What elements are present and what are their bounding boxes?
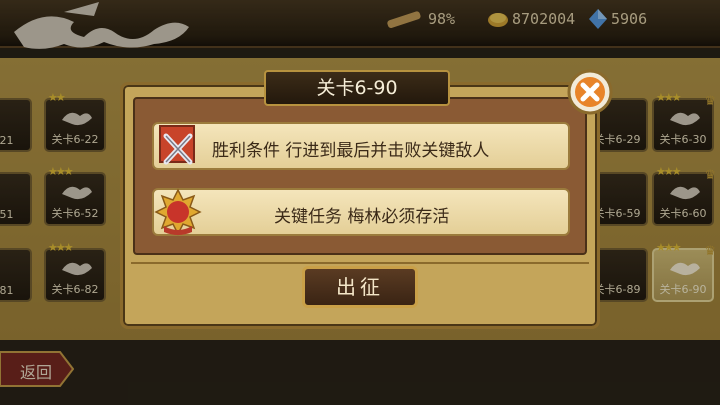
close-icon[interactable] xyxy=(566,68,614,116)
victory-condition-text: 胜利条件 行进到最后并击败关键敌人 xyxy=(212,141,490,161)
crossed-swords-flag-icon xyxy=(159,125,195,165)
deploy-button[interactable]: 出征 xyxy=(302,266,418,308)
victory-condition-row: 胜利条件 行进到最后并击败关键敌人 xyxy=(152,122,570,170)
divider xyxy=(131,262,589,264)
medal-emblem-icon xyxy=(154,188,202,236)
key-mission-row: 关键任务 梅林必须存活 xyxy=(152,188,570,236)
dialog-title: 关卡6-90 xyxy=(264,70,450,106)
key-mission-text: 关键任务 梅林必须存活 xyxy=(274,207,450,227)
